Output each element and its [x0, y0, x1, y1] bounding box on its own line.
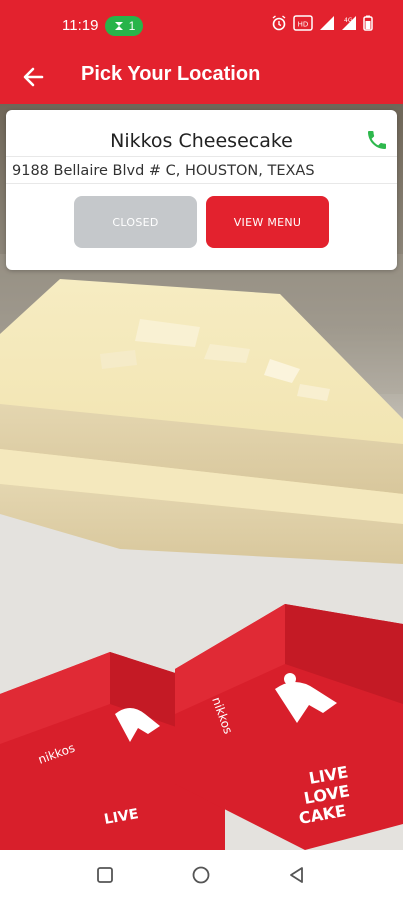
hotspot-count: 1: [128, 19, 136, 33]
wifi-icon: [320, 16, 334, 30]
system-nav-bar: [0, 850, 403, 900]
arrow-left-icon[interactable]: [20, 64, 46, 90]
status-bar: 11:19 1 HD 4G: [0, 0, 403, 52]
hotspot-icon: [114, 22, 123, 30]
view-menu-label: VIEW MENU: [233, 215, 302, 229]
status-icons: HD 4G: [271, 15, 373, 31]
page-title: Pick Your Location: [81, 63, 261, 85]
view-menu-button[interactable]: VIEW MENU: [206, 196, 329, 248]
store-address: 9188 Bellaire Blvd # C, HOUSTON, TEXAS: [12, 163, 315, 179]
back-triangle-icon[interactable]: [287, 865, 307, 885]
svg-text:HD: HD: [298, 21, 309, 29]
nfc-icon: HD: [293, 15, 313, 31]
recents-square-icon[interactable]: [95, 865, 115, 885]
address-row: 9188 Bellaire Blvd # C, HOUSTON, TEXAS: [6, 156, 397, 184]
status-time: 11:19: [62, 17, 99, 34]
signal-icon: 4G: [342, 16, 356, 30]
store-name: Nikkos Cheesecake: [110, 130, 293, 152]
home-circle-icon[interactable]: [191, 865, 211, 885]
closed-status-button: CLOSED: [74, 196, 197, 248]
app-bar: Pick Your Location: [0, 52, 403, 104]
closed-label: CLOSED: [112, 215, 159, 229]
location-card: Nikkos Cheesecake 9188 Bellaire Blvd # C…: [6, 110, 397, 270]
battery-icon: [363, 15, 373, 31]
alarm-icon: [272, 15, 286, 31]
svg-text:4G: 4G: [344, 17, 353, 24]
hotspot-pill: 1: [105, 16, 143, 36]
phone-icon[interactable]: [365, 128, 389, 152]
